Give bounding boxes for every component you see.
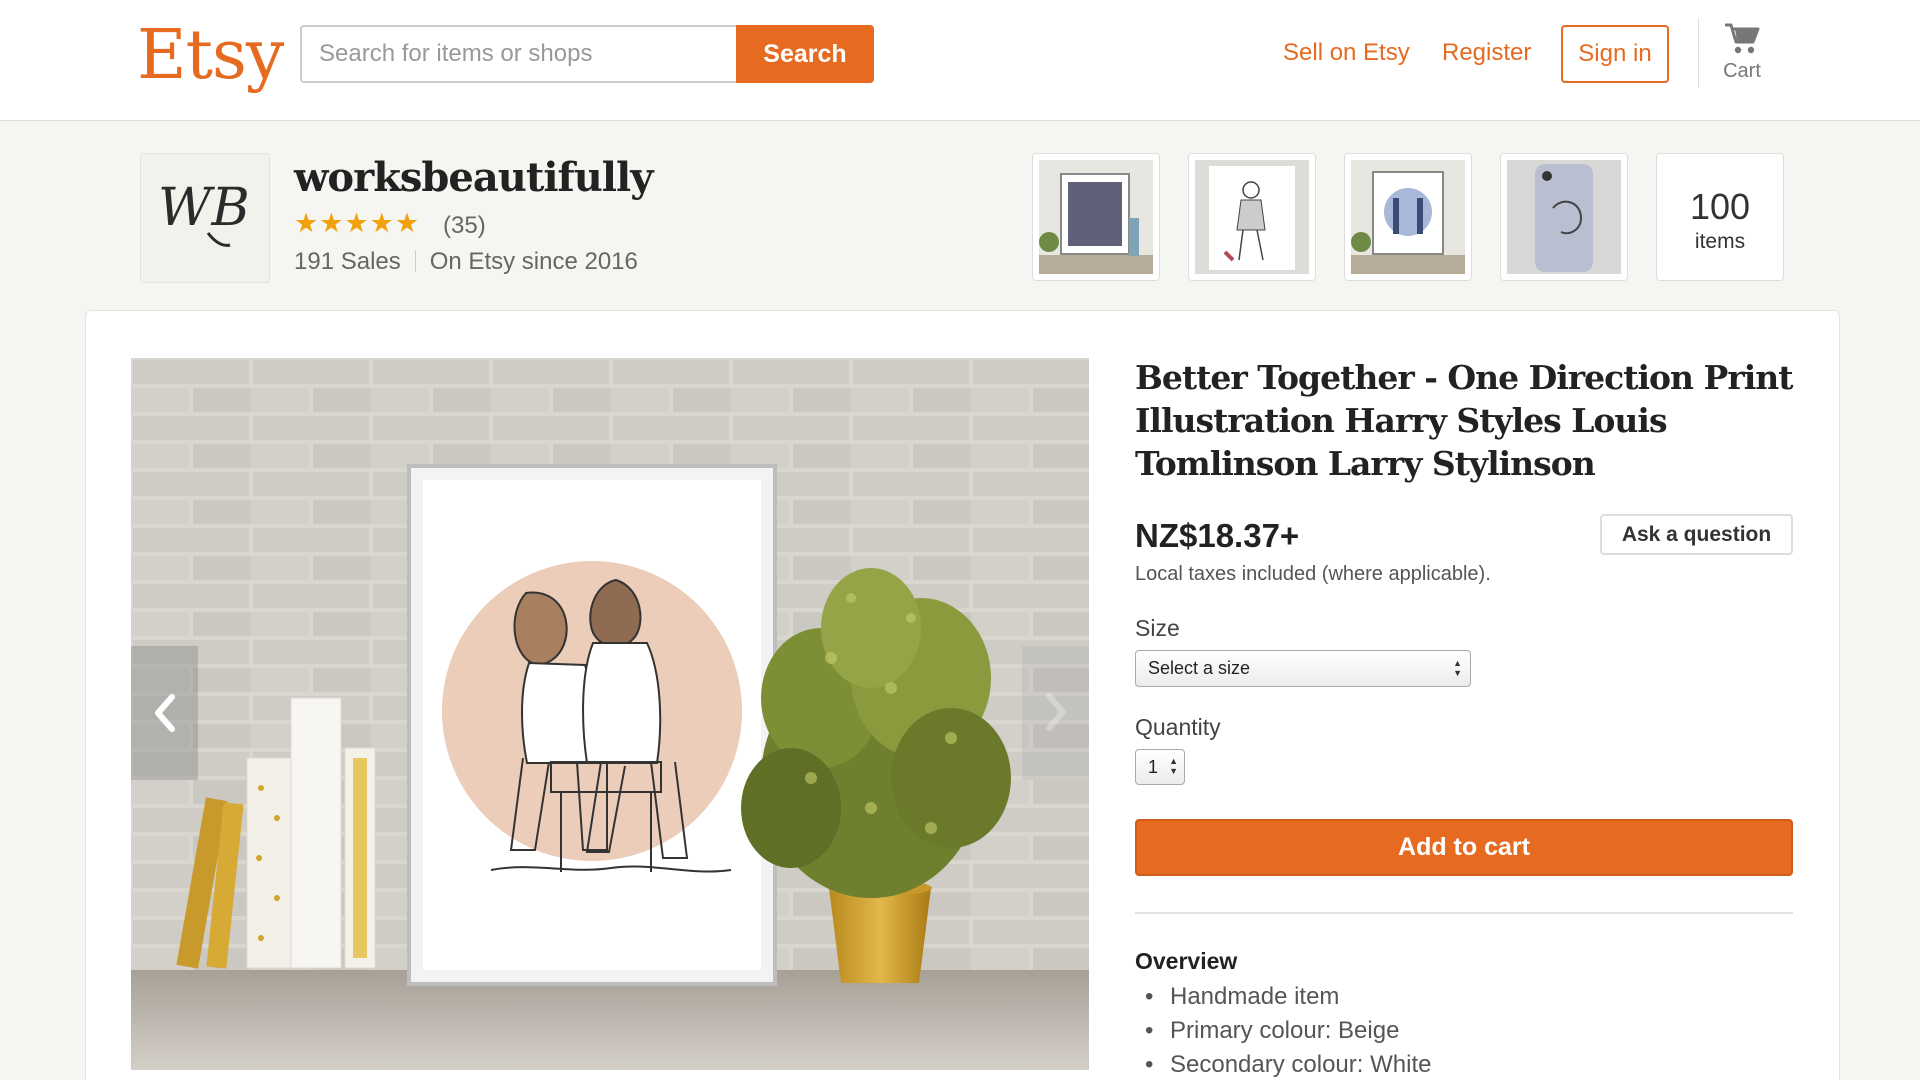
thumbnail-image <box>1507 160 1621 274</box>
overview-item: Handmade item <box>1135 980 1431 1014</box>
size-label: Size <box>1135 615 1180 641</box>
select-arrows-icon: ▲ ▼ <box>1169 756 1178 776</box>
register-link[interactable]: Register <box>1442 36 1531 70</box>
review-count[interactable]: (35) <box>443 212 486 240</box>
overview-item: Secondary colour: White <box>1135 1048 1431 1080</box>
ask-a-question-button[interactable]: Ask a question <box>1600 514 1793 555</box>
shop-logo-image: WB <box>158 178 250 247</box>
shop-items-count[interactable]: 100 items <box>1656 153 1784 281</box>
shop-avatar[interactable]: WB <box>140 153 270 283</box>
size-select[interactable]: Select a size ▲ ▼ <box>1135 650 1471 687</box>
carousel-next-button[interactable] <box>1022 646 1089 780</box>
thumbnail-image <box>1195 160 1309 274</box>
quantity-select-value: 1 <box>1148 757 1159 777</box>
listing-photo <box>131 358 1089 1070</box>
chevron-right-icon <box>1045 692 1066 731</box>
sales-count: 191 Sales <box>294 248 401 275</box>
listing-price: NZ$18.37+ <box>1135 517 1300 554</box>
quantity-select[interactable]: 1 ▲ ▼ <box>1135 749 1185 785</box>
quantity-label: Quantity <box>1135 714 1221 740</box>
etsy-logo[interactable]: Etsy <box>137 14 284 98</box>
overview-list: Handmade item Primary colour: Beige Seco… <box>1135 980 1431 1080</box>
sell-on-etsy-link[interactable]: Sell on Etsy <box>1283 36 1410 70</box>
add-to-cart-button[interactable]: Add to cart <box>1135 819 1793 876</box>
section-divider <box>1135 912 1793 914</box>
on-etsy-since: On Etsy since 2016 <box>429 248 638 275</box>
shop-meta: 191 Sales On Etsy since 2016 <box>294 248 638 276</box>
items-count-number: 100 <box>1689 186 1751 227</box>
overview-heading: Overview <box>1135 948 1238 974</box>
carousel-prev-button[interactable] <box>131 646 198 780</box>
items-count-label: items <box>1694 230 1746 253</box>
shop-rating-stars: ★★★★★ <box>294 208 421 238</box>
cart-label: Cart <box>1723 60 1761 82</box>
site-header: Etsy Search Sell on Etsy Register Sign i… <box>0 0 1920 121</box>
meta-separator <box>414 250 416 272</box>
svg-text:WB: WB <box>158 178 250 238</box>
thumbnail-image <box>1351 160 1465 274</box>
listing-main-image[interactable] <box>131 358 1089 1070</box>
cart-icon <box>1725 23 1760 54</box>
tax-note: Local taxes included (where applicable). <box>1135 563 1491 585</box>
thumbnail-image <box>1039 160 1153 274</box>
shop-item-thumbnail[interactable] <box>1344 153 1472 281</box>
header-divider <box>1698 18 1699 88</box>
shop-item-thumbnail[interactable] <box>1032 153 1160 281</box>
overview-item: Primary colour: Beige <box>1135 1014 1431 1048</box>
shop-item-thumbnail[interactable] <box>1188 153 1316 281</box>
cart-button[interactable]: Cart <box>1712 18 1772 98</box>
shop-name[interactable]: worksbeautifully <box>294 154 653 201</box>
listing-title: Better Together - One Direction Print Il… <box>1135 358 1793 483</box>
size-select-value: Select a size <box>1148 658 1251 678</box>
search-button[interactable]: Search <box>736 25 874 83</box>
select-arrows-icon: ▲ ▼ <box>1453 658 1462 678</box>
sign-in-button[interactable]: Sign in <box>1561 25 1669 83</box>
search-input[interactable] <box>300 25 737 83</box>
chevron-left-icon <box>154 694 175 732</box>
shop-item-thumbnail[interactable] <box>1500 153 1628 281</box>
